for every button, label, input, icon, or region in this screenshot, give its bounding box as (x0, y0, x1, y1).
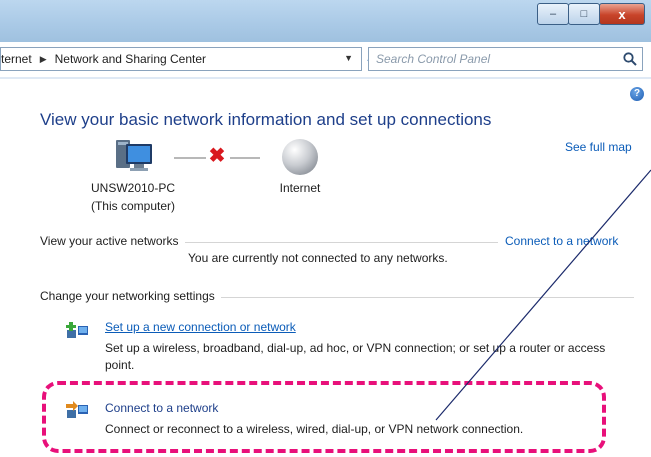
search-icon[interactable] (622, 51, 638, 67)
link-line-right (230, 157, 260, 159)
globe-icon[interactable] (282, 139, 318, 175)
search-input[interactable]: Search Control Panel (368, 47, 643, 71)
see-full-map-link[interactable]: See full map (565, 140, 632, 154)
computer-name-label: UNSW2010-PC (90, 181, 176, 195)
maximize-button[interactable]: □ (568, 3, 600, 25)
internet-label: Internet (279, 181, 321, 195)
address-dropdown-icon[interactable]: ▼ (344, 53, 353, 63)
breadcrumb-arrow-icon[interactable]: ▶ (40, 54, 47, 65)
red-x-icon[interactable]: ✖ (207, 146, 227, 166)
address-bar[interactable]: ternet ▶ Network and Sharing Center ▼ (0, 47, 362, 71)
page-title: View your basic network information and … (40, 110, 492, 129)
minimize-button[interactable]: – (537, 3, 569, 25)
not-connected-status: You are currently not connected to any n… (188, 251, 448, 265)
connect-to-network-link[interactable]: Connect to a network (505, 234, 618, 248)
setup-new-connection-description: Set up a wireless, broadband, dial-up, a… (105, 341, 606, 372)
search-placeholder: Search Control Panel (376, 52, 491, 66)
link-line-left (174, 157, 206, 159)
computer-icon[interactable] (112, 138, 154, 174)
breadcrumb-internet[interactable]: ternet (1, 52, 32, 66)
toolbar-divider (0, 77, 651, 79)
change-settings-heading: Change your networking settings (40, 289, 221, 303)
active-networks-heading: View your active networks (40, 234, 185, 248)
setup-new-connection-link[interactable]: Set up a new connection or network (105, 320, 296, 334)
caption-buttons: – □ x (537, 3, 645, 25)
window-title-bar[interactable]: – □ x (0, 0, 651, 42)
highlight-annotation (42, 381, 606, 453)
new-connection-icon[interactable] (65, 320, 89, 342)
computer-sublabel: (This computer) (90, 199, 176, 213)
help-icon[interactable]: ? (630, 87, 644, 101)
close-button[interactable]: x (599, 3, 645, 25)
breadcrumb-network-sharing-center[interactable]: Network and Sharing Center (55, 52, 206, 66)
